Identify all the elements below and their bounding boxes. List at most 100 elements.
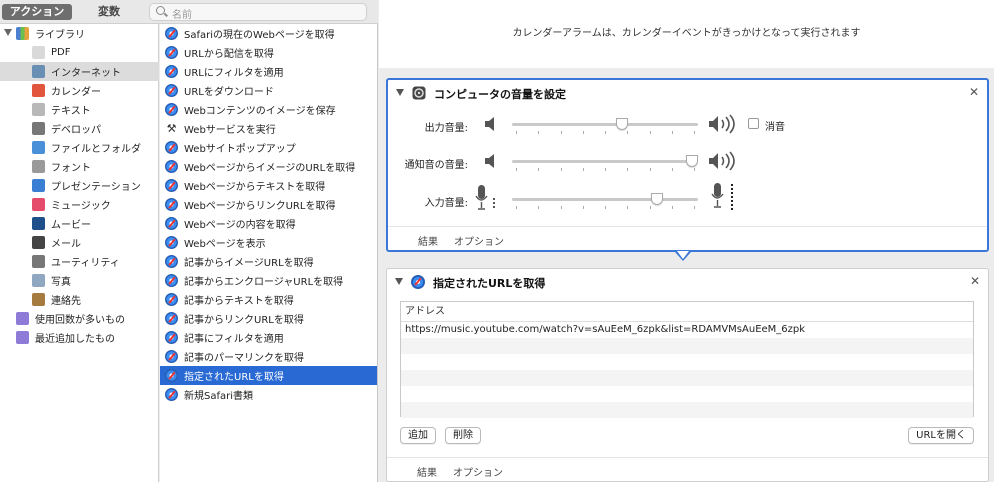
safari-icon bbox=[165, 198, 178, 211]
variables-tab[interactable]: 変数 bbox=[76, 4, 142, 20]
search-field[interactable]: 名前 bbox=[149, 3, 367, 21]
url-row[interactable] bbox=[401, 402, 973, 418]
library-item[interactable]: 連絡先 bbox=[0, 290, 159, 309]
library-item[interactable]: デベロッパ bbox=[0, 119, 159, 138]
open-url-button[interactable]: URLを開く bbox=[908, 427, 974, 444]
slider-tick bbox=[627, 168, 629, 171]
slider-tick bbox=[671, 206, 673, 209]
action-list-item[interactable]: Webページからテキストを取得 bbox=[160, 176, 377, 195]
input-volume-slider[interactable] bbox=[512, 198, 698, 201]
alert-volume-label: 通知音の音量: bbox=[404, 160, 468, 171]
get-specified-urls-action[interactable]: 指定されたURLを取得 ✕ アドレス https://music.youtube… bbox=[386, 268, 989, 482]
library-item[interactable]: フォント bbox=[0, 157, 159, 176]
actions-tab[interactable]: アクション bbox=[2, 4, 72, 20]
action-list-item-label: WebページからリンクURLを取得 bbox=[184, 201, 336, 212]
slider-tick bbox=[649, 168, 651, 171]
library-item-label: インターネット bbox=[51, 68, 121, 79]
safari-icon bbox=[165, 331, 178, 344]
workflow-message: カレンダーアラームは、カレンダーイベントがきっかけとなって実行されます bbox=[512, 28, 861, 39]
action-list-item[interactable]: URLから配信を取得 bbox=[160, 43, 377, 62]
library-item[interactable]: ミュージック bbox=[0, 195, 159, 214]
action-list-item[interactable]: Webページの内容を取得 bbox=[160, 214, 377, 233]
url-row[interactable] bbox=[401, 386, 973, 402]
collapse-triangle-icon[interactable] bbox=[396, 89, 404, 96]
safari-icon bbox=[165, 65, 178, 78]
options-tab[interactable]: オプション bbox=[453, 464, 503, 479]
action-list-item[interactable]: Webサイトポップアップ bbox=[160, 138, 377, 157]
action-list-item[interactable]: Webコンテンツのイメージを保存 bbox=[160, 100, 377, 119]
library-item[interactable]: PDF bbox=[0, 43, 159, 62]
library-item[interactable]: 使用回数が多いもの bbox=[0, 309, 159, 328]
action-list-item[interactable]: 記事からテキストを取得 bbox=[160, 290, 377, 309]
url-row[interactable] bbox=[401, 354, 973, 370]
action-list-item-label: URLをダウンロード bbox=[184, 87, 274, 98]
alert-volume-knob[interactable] bbox=[686, 155, 698, 167]
disclosure-triangle-icon[interactable] bbox=[4, 29, 12, 36]
alert-volume-slider[interactable] bbox=[512, 160, 698, 163]
library-item[interactable]: ユーティリティ bbox=[0, 252, 159, 271]
address-column-header[interactable]: アドレス bbox=[401, 302, 973, 322]
mute-checkbox[interactable] bbox=[748, 118, 759, 129]
library-item-label: 使用回数が多いもの bbox=[35, 315, 125, 326]
results-tab[interactable]: 結果 bbox=[418, 233, 438, 248]
action-list-item[interactable]: 記事からエンクロージャURLを取得 bbox=[160, 271, 377, 290]
library-item[interactable]: インターネット bbox=[0, 62, 159, 81]
add-button[interactable]: 追加 bbox=[400, 427, 436, 444]
delete-button[interactable]: 削除 bbox=[445, 427, 481, 444]
action-list-item-label: Safariの現在のWebページを取得 bbox=[184, 30, 335, 41]
action-list-item[interactable]: URLにフィルタを適用 bbox=[160, 62, 377, 81]
action-list-item[interactable]: URLをダウンロード bbox=[160, 81, 377, 100]
library-item[interactable]: カレンダー bbox=[0, 81, 159, 100]
library-item[interactable]: プレゼンテーション bbox=[0, 176, 159, 195]
library-root[interactable]: ライブラリ bbox=[0, 24, 159, 43]
collapse-triangle-icon[interactable] bbox=[395, 278, 403, 285]
microphone-high-icon bbox=[711, 183, 733, 210]
safari-icon bbox=[165, 141, 178, 154]
url-row[interactable] bbox=[401, 370, 973, 386]
action-list-item-label: 記事からイメージURLを取得 bbox=[184, 258, 314, 269]
action-list-item[interactable]: 記事にフィルタを適用 bbox=[160, 328, 377, 347]
action-list-item[interactable]: 記事からリンクURLを取得 bbox=[160, 309, 377, 328]
slider-tick bbox=[582, 168, 584, 171]
library-item[interactable]: ファイルとフォルダ bbox=[0, 138, 159, 157]
options-tab[interactable]: オプション bbox=[454, 233, 504, 248]
library-item-label: ミュージック bbox=[51, 201, 111, 212]
library-item-label: 連絡先 bbox=[51, 296, 81, 307]
actions-list: Safariの現在のWebページを取得 URLから配信を取得 URLにフィルタを適用… bbox=[160, 24, 378, 482]
action-list-item-label: 記事からエンクロージャURLを取得 bbox=[184, 277, 344, 288]
action-list-item[interactable]: 記事からイメージURLを取得 bbox=[160, 252, 377, 271]
input-volume-knob[interactable] bbox=[651, 193, 664, 205]
action-list-item[interactable]: Safariの現在のWebページを取得 bbox=[160, 24, 377, 43]
results-tab[interactable]: 結果 bbox=[417, 464, 437, 479]
action-list-item[interactable]: Webページを表示 bbox=[160, 233, 377, 252]
library-item[interactable]: メール bbox=[0, 233, 159, 252]
slider-tick bbox=[605, 168, 606, 171]
action-list-item[interactable]: 新規Safari書類 bbox=[160, 385, 377, 404]
library-item[interactable]: テキスト bbox=[0, 100, 159, 119]
safari-icon bbox=[165, 179, 178, 192]
slider-tick bbox=[694, 168, 695, 171]
speaker-low-icon bbox=[485, 154, 494, 168]
close-icon[interactable]: ✕ bbox=[969, 85, 979, 99]
library-item[interactable]: 最近追加したもの bbox=[0, 328, 159, 347]
url-table[interactable]: アドレス https://music.youtube.com/watch?v=s… bbox=[400, 301, 974, 418]
slider-tick bbox=[649, 206, 651, 209]
input-volume-label: 入力音量: bbox=[424, 198, 468, 209]
action-list-item[interactable]: WebページからイメージのURLを取得 bbox=[160, 157, 377, 176]
url-row[interactable] bbox=[401, 338, 973, 354]
close-icon[interactable]: ✕ bbox=[970, 274, 980, 288]
output-volume-knob[interactable] bbox=[616, 118, 629, 130]
action-list-item[interactable]: ⚒ Webサービスを実行 bbox=[160, 119, 377, 138]
output-volume-slider[interactable] bbox=[512, 123, 698, 126]
url-row[interactable]: https://music.youtube.com/watch?v=sAuEeM… bbox=[401, 322, 973, 338]
library-item[interactable]: ムービー bbox=[0, 214, 159, 233]
action-list-item-label: Webページからテキストを取得 bbox=[184, 182, 326, 193]
library-item[interactable]: 写真 bbox=[0, 271, 159, 290]
action-list-item[interactable]: 記事のパーマリンクを取得 bbox=[160, 347, 377, 366]
action-list-item-label: 記事からリンクURLを取得 bbox=[184, 315, 304, 326]
workflow-canvas: コンピュータの音量を設定 ✕ 出力音量: 消音 通知音の音量: 入力音量: 結果… bbox=[379, 68, 994, 482]
action-list-item[interactable]: 指定されたURLを取得 bbox=[160, 366, 377, 385]
set-volume-action[interactable]: コンピュータの音量を設定 ✕ 出力音量: 消音 通知音の音量: 入力音量: 結果… bbox=[386, 78, 989, 252]
action-list-item[interactable]: WebページからリンクURLを取得 bbox=[160, 195, 377, 214]
slider-tick bbox=[694, 206, 695, 209]
